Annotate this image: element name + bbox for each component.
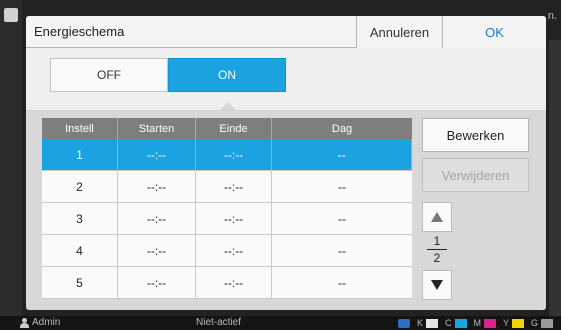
table-row[interactable]: 4 --:-- --:-- --: [42, 235, 412, 267]
machine-status: Niet-actief: [196, 317, 242, 328]
toner-bar-g: [541, 318, 554, 328]
table-row[interactable]: 1 --:-- --:-- --: [42, 139, 412, 171]
arrow-up-icon: [431, 212, 443, 222]
row-end: --:--: [196, 203, 272, 234]
row-setting: 4: [42, 235, 118, 266]
current-page: 1: [433, 234, 441, 248]
arrow-down-icon: [431, 280, 443, 290]
row-day: --: [338, 275, 346, 290]
user-icon: [20, 318, 29, 328]
ok-button[interactable]: OK: [442, 16, 546, 48]
delete-button[interactable]: Verwijderen: [422, 158, 529, 192]
toner-label-y: Y: [503, 318, 510, 328]
row-day: --: [272, 139, 412, 170]
row-end: --:--: [196, 171, 272, 202]
panel-pointer: [220, 102, 236, 110]
dialog-titlebar: Energieschema Annuleren OK: [26, 16, 546, 48]
column-header-starten: Starten: [118, 118, 196, 139]
row-start: --:--: [118, 267, 196, 298]
row-start: --:--: [118, 171, 196, 202]
background-scroll-edge: [549, 40, 561, 320]
row-start: --:--: [118, 203, 196, 234]
table-row[interactable]: 2 --:-- --:-- --: [42, 171, 412, 203]
column-header-dag: Dag: [331, 122, 353, 135]
edit-button[interactable]: Bewerken: [422, 118, 529, 152]
dialog-title: Energieschema: [34, 24, 125, 39]
row-start: --:--: [118, 139, 196, 170]
row-start: --:--: [118, 235, 196, 266]
toner-bar-m: [484, 318, 497, 328]
row-setting: 3: [42, 203, 118, 234]
page-down-button[interactable]: [422, 270, 452, 300]
settings-icon: [4, 8, 18, 22]
row-end: --:--: [196, 267, 272, 298]
toner-bar-k: [426, 318, 439, 328]
row-day: --: [338, 243, 346, 258]
row-end: --:--: [196, 235, 272, 266]
row-day: --: [338, 211, 346, 226]
user-name: Admin: [32, 317, 61, 328]
column-header-instell: Instell: [42, 118, 118, 139]
table-header: Instell Starten Einde Dag: [42, 118, 412, 139]
page-up-button[interactable]: [422, 202, 452, 232]
row-setting: 2: [42, 171, 118, 202]
toner-label-g: G: [531, 318, 539, 328]
toner-levels: K C M Y G: [398, 318, 554, 328]
on-off-toggle-panel: OFF ON: [26, 48, 546, 110]
screen: n. Energieschema Annuleren OK OFF ON Ins…: [0, 0, 561, 330]
column-header-einde: Einde: [196, 118, 272, 139]
background-panel: [0, 0, 22, 330]
row-setting: 1: [42, 139, 118, 170]
toner-label-c: C: [445, 318, 452, 328]
toner-label-k: K: [417, 318, 424, 328]
energy-schedule-dialog: Energieschema Annuleren OK OFF ON Instel…: [26, 16, 546, 310]
table-row[interactable]: 3 --:-- --:-- --: [42, 203, 412, 235]
row-day: --: [338, 179, 346, 194]
toggle-on-button[interactable]: ON: [168, 58, 286, 92]
row-setting: 5: [42, 267, 118, 298]
toner-label-m: M: [473, 318, 482, 328]
status-bar: Admin Niet-actief K C M Y G: [0, 316, 561, 330]
page-indicator: 1 2: [422, 234, 452, 265]
schedule-table: Instell Starten Einde Dag 1 --:-- --:-- …: [42, 118, 412, 299]
row-end: --:--: [196, 139, 272, 170]
cancel-button[interactable]: Annuleren: [356, 16, 442, 48]
table-row[interactable]: 5 --:-- --:-- --: [42, 267, 412, 299]
page-fraction-line: [427, 249, 447, 250]
total-pages: 2: [433, 251, 441, 265]
toner-bar-c: [454, 318, 467, 328]
toggle-off-button[interactable]: OFF: [50, 58, 168, 92]
background-corner-text: n.: [547, 10, 557, 22]
printer-icon: [398, 318, 410, 328]
toner-bar-y: [512, 318, 525, 328]
